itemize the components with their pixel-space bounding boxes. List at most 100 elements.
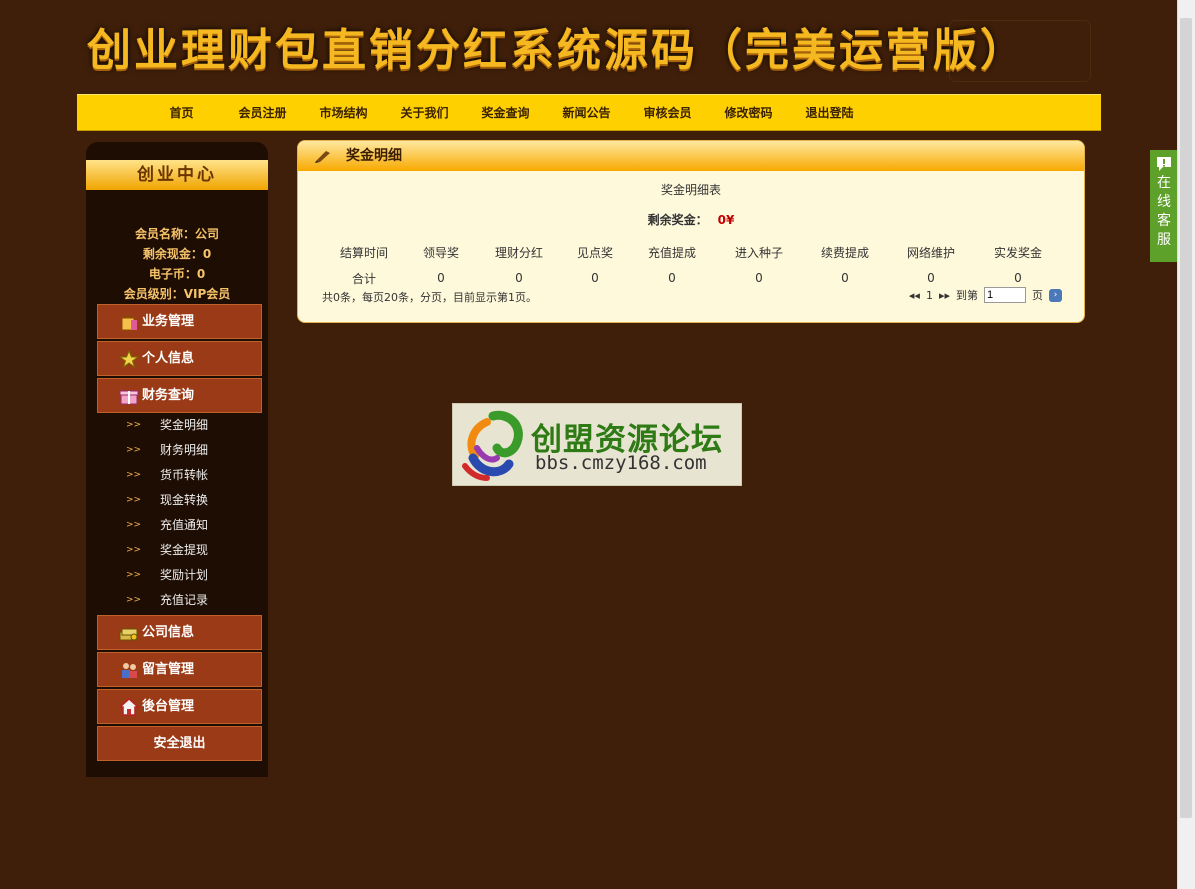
- pagination-summary: 共0条，每页20条，分页，目前显示第1页。: [322, 291, 537, 304]
- submenu-finance-detail[interactable]: >> 财务明细: [86, 438, 268, 463]
- table-caption: 奖金明细表: [660, 183, 721, 197]
- table-cell: 0: [755, 271, 763, 285]
- column-header: 见点奖: [576, 245, 613, 260]
- service-char: 客: [1157, 213, 1171, 229]
- arrow-icon: >>: [126, 445, 142, 455]
- logout-button[interactable]: 安全退出: [97, 726, 262, 761]
- service-char: 线: [1157, 194, 1171, 210]
- sidebar: 创业中心 会员名称：公司 剩余现金：0 电子币：0 会员级别：VIP会员 业务管…: [86, 142, 268, 777]
- remaining-bonus-label: 剩余奖金：: [647, 213, 708, 227]
- nav-bonus-query[interactable]: 奖金查询: [465, 104, 546, 121]
- forum-logo-icon: [462, 410, 523, 481]
- top-nav: 首页 会员注册 市场结构 关于我们 奖金查询 新闻公告 审核会员 修改密码 退出…: [77, 94, 1101, 131]
- money-stack-icon: [119, 622, 139, 640]
- next-page-icon[interactable]: ▸▸: [939, 289, 950, 302]
- panel-title: 奖金明细: [346, 148, 402, 164]
- member-name: 会员名称：公司: [134, 227, 219, 241]
- submenu-currency-transfer[interactable]: >> 货币转帐: [86, 463, 268, 488]
- goto-label: 到第: [956, 289, 978, 302]
- submenu-reward-plan[interactable]: >> 奖励计划: [86, 563, 268, 588]
- arrow-icon: >>: [126, 470, 142, 480]
- nav-about[interactable]: 关于我们: [384, 104, 465, 121]
- pencil-icon: [314, 149, 332, 163]
- column-header: 结算时间: [339, 245, 388, 260]
- table-cell: 0: [437, 271, 445, 285]
- member-cash: 剩余现金：0: [142, 247, 212, 261]
- column-header: 充值提成: [647, 245, 696, 260]
- panel-header: 奖金明细: [298, 141, 1084, 171]
- menu-personal-label: 个人信息: [142, 351, 195, 366]
- watermark: 创盟资源论坛 bbs.cmzy168.com: [452, 403, 742, 486]
- nav-home[interactable]: 首页: [141, 104, 222, 121]
- finance-submenu: >> 奖金明细 >> 财务明细 >> 货币转帐 >> 现金转换 >> 充值通知 >> 奖金提…: [86, 413, 268, 613]
- menu-business[interactable]: 业务管理: [97, 304, 262, 339]
- page-number[interactable]: 1: [926, 289, 933, 302]
- remaining-bonus-value: 0¥: [717, 213, 735, 227]
- sidebar-heading: 创业中心: [86, 160, 268, 190]
- menu-company[interactable]: 公司信息: [97, 615, 262, 650]
- header-banner: 创业理财包直销分红系统源码（完美运营版）: [77, 8, 1101, 90]
- column-header: 领导奖: [422, 245, 459, 260]
- menu-admin[interactable]: 後台管理: [97, 689, 262, 724]
- table-cell: 合计: [351, 271, 376, 286]
- banner-decoration: [949, 20, 1091, 82]
- arrow-icon: >>: [126, 495, 142, 505]
- column-header: 进入种子: [734, 245, 783, 260]
- menu-admin-label: 後台管理: [142, 699, 195, 714]
- service-char: 在: [1157, 175, 1171, 191]
- submenu-bonus-detail[interactable]: >> 奖金明细: [86, 413, 268, 438]
- online-service-tab[interactable]: 在 线 客 服: [1150, 150, 1178, 262]
- go-button[interactable]: ›: [1049, 288, 1062, 302]
- nav-change-password[interactable]: 修改密码: [708, 104, 789, 121]
- menu-personal[interactable]: 个人信息: [97, 341, 262, 376]
- member-info: 会员名称：公司 剩余现金：0 电子币：0 会员级别：VIP会员: [86, 224, 268, 304]
- first-page-icon[interactable]: ◂◂: [909, 289, 920, 302]
- column-header: 续费提成: [820, 245, 869, 260]
- menu-business-label: 业务管理: [142, 314, 195, 329]
- menu-message[interactable]: 留言管理: [97, 652, 262, 687]
- column-header: 网络维护: [906, 245, 955, 260]
- submenu-bonus-withdraw[interactable]: >> 奖金提现: [86, 538, 268, 563]
- arrow-icon: >>: [126, 545, 142, 555]
- page-suffix: 页: [1032, 289, 1043, 302]
- watermark-url: bbs.cmzy168.com: [535, 452, 707, 474]
- menu-company-label: 公司信息: [142, 625, 195, 640]
- nav-news[interactable]: 新闻公告: [546, 104, 627, 121]
- bonus-table: 结算时间 领导奖 理财分红 见点奖 充值提成 进入种子 续费提成 网络维护 实发…: [322, 239, 1062, 291]
- column-header: 理财分红: [494, 245, 543, 260]
- table-cell: 0: [1014, 271, 1022, 285]
- pagination: ◂◂ 1 ▸▸ 到第 页 ›: [909, 287, 1062, 303]
- chat-bubble-icon: [1155, 156, 1173, 172]
- table-cell: 0: [591, 271, 599, 285]
- page-input[interactable]: [984, 287, 1026, 303]
- scrollbar-thumb[interactable]: [1180, 18, 1192, 818]
- menu-finance[interactable]: 财务查询: [97, 378, 262, 413]
- nav-register[interactable]: 会员注册: [222, 104, 303, 121]
- users-icon: [119, 659, 139, 678]
- gift-box-icon: [119, 385, 139, 404]
- table-cell: 0: [515, 271, 523, 285]
- menu-message-label: 留言管理: [142, 662, 195, 677]
- table-cell: 0: [668, 271, 676, 285]
- nav-logout[interactable]: 退出登陆: [789, 104, 870, 121]
- nav-review-members[interactable]: 审核会员: [627, 104, 708, 121]
- nav-market-structure[interactable]: 市场结构: [303, 104, 384, 121]
- bonus-detail-panel: 奖金明细 奖金明细表 剩余奖金： 0¥ 结算时间 领导奖 理财分红 见点奖 充值提…: [297, 140, 1085, 323]
- arrow-icon: >>: [126, 570, 142, 580]
- service-char: 服: [1157, 232, 1171, 248]
- arrow-icon: >>: [126, 520, 142, 530]
- arrow-icon: >>: [126, 420, 142, 430]
- member-level: 会员级别：VIP会员: [123, 287, 231, 301]
- submenu-recharge-notice[interactable]: >> 充值通知: [86, 513, 268, 538]
- vertical-scrollbar[interactable]: [1177, 0, 1195, 889]
- table-cell: 0: [841, 271, 849, 285]
- member-ecoin: 电子币：0: [148, 267, 206, 281]
- submenu-recharge-record[interactable]: >> 充值记录: [86, 588, 268, 613]
- remaining-bonus: 剩余奖金： 0¥: [298, 211, 1084, 228]
- menu-finance-label: 财务查询: [142, 388, 195, 403]
- house-icon: [118, 696, 140, 716]
- shopping-bag-icon: [119, 311, 139, 330]
- column-header: 实发奖金: [993, 245, 1042, 260]
- star-icon: [118, 348, 140, 368]
- submenu-cash-convert[interactable]: >> 现金转换: [86, 488, 268, 513]
